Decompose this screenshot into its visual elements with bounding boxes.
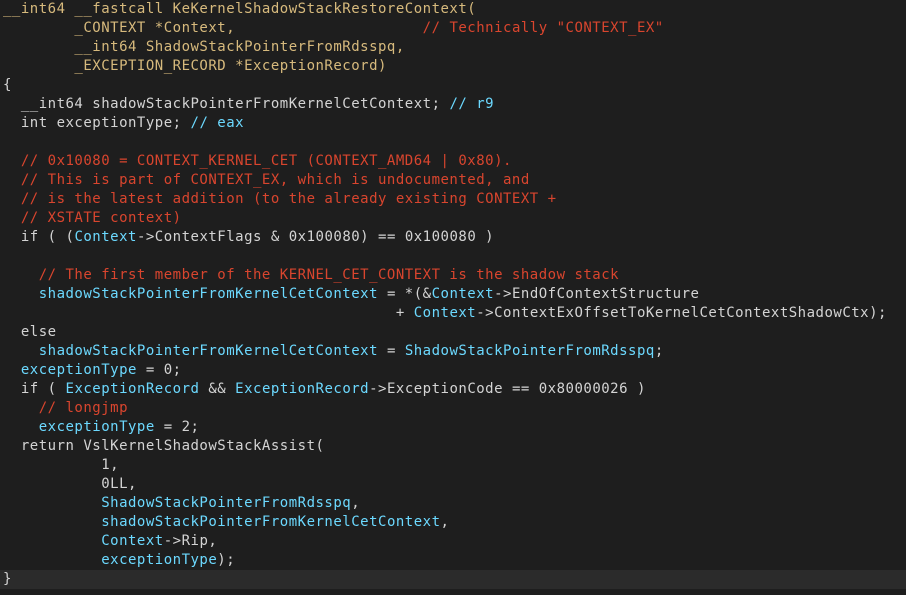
code-token-default: = 2; <box>154 419 200 435</box>
code-token-default: + <box>3 305 414 321</box>
code-token-comment: // Technically "CONTEXT_EX" <box>235 20 664 36</box>
code-token-default: = 0; <box>136 362 182 378</box>
code-line[interactable]: shadowStackPointerFromKernelCetContext, <box>0 513 906 532</box>
code-token-comment: // This is part of CONTEXT_EX, which is … <box>3 172 530 188</box>
code-line[interactable]: // longjmp <box>0 399 906 418</box>
code-token-default: return VslKernelShadowStackAssist( <box>3 438 325 454</box>
code-token-comment: // The first member of the KERNEL_CET_CO… <box>3 267 620 283</box>
code-line[interactable]: shadowStackPointerFromKernelCetContext =… <box>0 342 906 361</box>
code-token-default: ->ContextFlags & 0x100080) == 0x100080 ) <box>136 229 495 245</box>
code-line[interactable]: if ( (Context->ContextFlags & 0x100080) … <box>0 228 906 247</box>
code-line[interactable]: ShadowStackPointerFromRdsspq, <box>0 494 906 513</box>
code-line[interactable]: exceptionType); <box>0 551 906 570</box>
code-token-default <box>3 552 101 568</box>
code-line[interactable]: { <box>0 76 906 95</box>
code-line[interactable] <box>0 247 906 266</box>
code-token-default <box>3 514 101 530</box>
code-token-default: ->Rip, <box>163 533 218 549</box>
code-line[interactable]: 0LL, <box>0 475 906 494</box>
code-token-default: { <box>3 77 12 93</box>
code-token-variable: ExceptionRecord <box>235 381 370 397</box>
code-line[interactable]: if ( ExceptionRecord && ExceptionRecord-… <box>0 380 906 399</box>
code-token-variable: // eax <box>190 115 245 131</box>
code-token-variable: shadowStackPointerFromKernelCetContext <box>3 286 379 302</box>
code-token-default <box>3 533 101 549</box>
code-token-comment: // XSTATE context) <box>3 210 182 226</box>
code-token-default: ->ContextExOffsetToKernelCetContextShado… <box>476 305 887 321</box>
code-line[interactable]: int exceptionType; // eax <box>0 114 906 133</box>
code-token-default: ->ExceptionCode == 0x80000026 ) <box>369 381 646 397</box>
code-token-keyword: __int64 ShadowStackPointerFromRdsspq, <box>3 39 405 55</box>
code-token-variable: ShadowStackPointerFromRdsspq <box>404 343 655 359</box>
code-token-variable: ExceptionRecord <box>65 381 200 397</box>
code-editor[interactable]: __int64 __fastcall KeKernelShadowStackRe… <box>0 0 906 595</box>
code-token-default: = *(& <box>378 286 432 302</box>
code-token-variable: shadowStackPointerFromKernelCetContext <box>101 514 441 530</box>
code-line[interactable] <box>0 133 906 152</box>
code-token-default: if ( <box>3 381 66 397</box>
code-token-variable: shadowStackPointerFromKernelCetContext <box>3 343 379 359</box>
code-line[interactable]: // is the latest addition (to the alread… <box>0 190 906 209</box>
code-token-keyword: _EXCEPTION_RECORD *ExceptionRecord) <box>3 58 387 74</box>
code-line[interactable]: 1, <box>0 456 906 475</box>
code-token-variable: Context <box>431 286 495 302</box>
code-line[interactable]: __int64 shadowStackPointerFromKernelCetC… <box>0 95 906 114</box>
code-token-default: , <box>440 514 450 530</box>
code-line[interactable]: __int64 __fastcall KeKernelShadowStackRe… <box>0 0 906 19</box>
code-token-default: __int64 shadowStackPointerFromKernelCetC… <box>3 96 450 112</box>
code-token-comment: // is the latest addition (to the alread… <box>3 191 557 207</box>
code-line[interactable]: Context->Rip, <box>0 532 906 551</box>
code-line[interactable]: } <box>0 570 906 589</box>
code-line[interactable]: // This is part of CONTEXT_EX, which is … <box>0 171 906 190</box>
code-line[interactable]: // The first member of the KERNEL_CET_CO… <box>0 266 906 285</box>
code-token-keyword: __int64 __fastcall KeKernelShadowStackRe… <box>3 1 477 17</box>
code-token-variable: Context <box>74 229 137 245</box>
code-token-default: } <box>3 571 12 587</box>
code-token-default: ->EndOfContextStructure <box>494 286 700 302</box>
code-token-default: ; <box>654 343 664 359</box>
code-token-default: , <box>351 495 361 511</box>
code-token-variable: Context <box>101 533 164 549</box>
code-token-keyword: _CONTEXT *Context, <box>3 20 236 36</box>
code-token-variable: exceptionType <box>3 419 155 435</box>
code-line[interactable]: else <box>0 323 906 342</box>
code-token-variable: exceptionType <box>3 362 137 378</box>
code-line[interactable]: // 0x10080 = CONTEXT_KERNEL_CET (CONTEXT… <box>0 152 906 171</box>
code-token-default: && <box>199 381 236 397</box>
code-token-default: int exceptionType; <box>3 115 191 131</box>
code-token-variable: exceptionType <box>101 552 218 568</box>
code-token-default: 0LL, <box>3 476 137 492</box>
code-token-default: = <box>378 343 405 359</box>
code-line[interactable]: exceptionType = 0; <box>0 361 906 380</box>
code-line[interactable]: + Context->ContextExOffsetToKernelCetCon… <box>0 304 906 323</box>
code-token-default: if ( ( <box>3 229 75 245</box>
code-token-comment: // 0x10080 = CONTEXT_KERNEL_CET (CONTEXT… <box>3 153 512 169</box>
code-line[interactable]: shadowStackPointerFromKernelCetContext =… <box>0 285 906 304</box>
code-line[interactable]: return VslKernelShadowStackAssist( <box>0 437 906 456</box>
code-token-variable: Context <box>413 305 477 321</box>
code-token-variable: ShadowStackPointerFromRdsspq <box>101 495 352 511</box>
code-line[interactable]: __int64 ShadowStackPointerFromRdsspq, <box>0 38 906 57</box>
code-token-variable: // r9 <box>449 96 495 112</box>
code-token-default: ); <box>217 552 236 568</box>
code-token-comment: // longjmp <box>3 400 129 416</box>
code-token-default: 1, <box>3 457 120 473</box>
code-line[interactable]: // XSTATE context) <box>0 209 906 228</box>
code-line[interactable]: _CONTEXT *Context, // Technically "CONTE… <box>0 19 906 38</box>
code-token-default <box>3 495 101 511</box>
code-token-default: else <box>3 324 57 340</box>
code-line[interactable]: _EXCEPTION_RECORD *ExceptionRecord) <box>0 57 906 76</box>
code-line[interactable]: exceptionType = 2; <box>0 418 906 437</box>
